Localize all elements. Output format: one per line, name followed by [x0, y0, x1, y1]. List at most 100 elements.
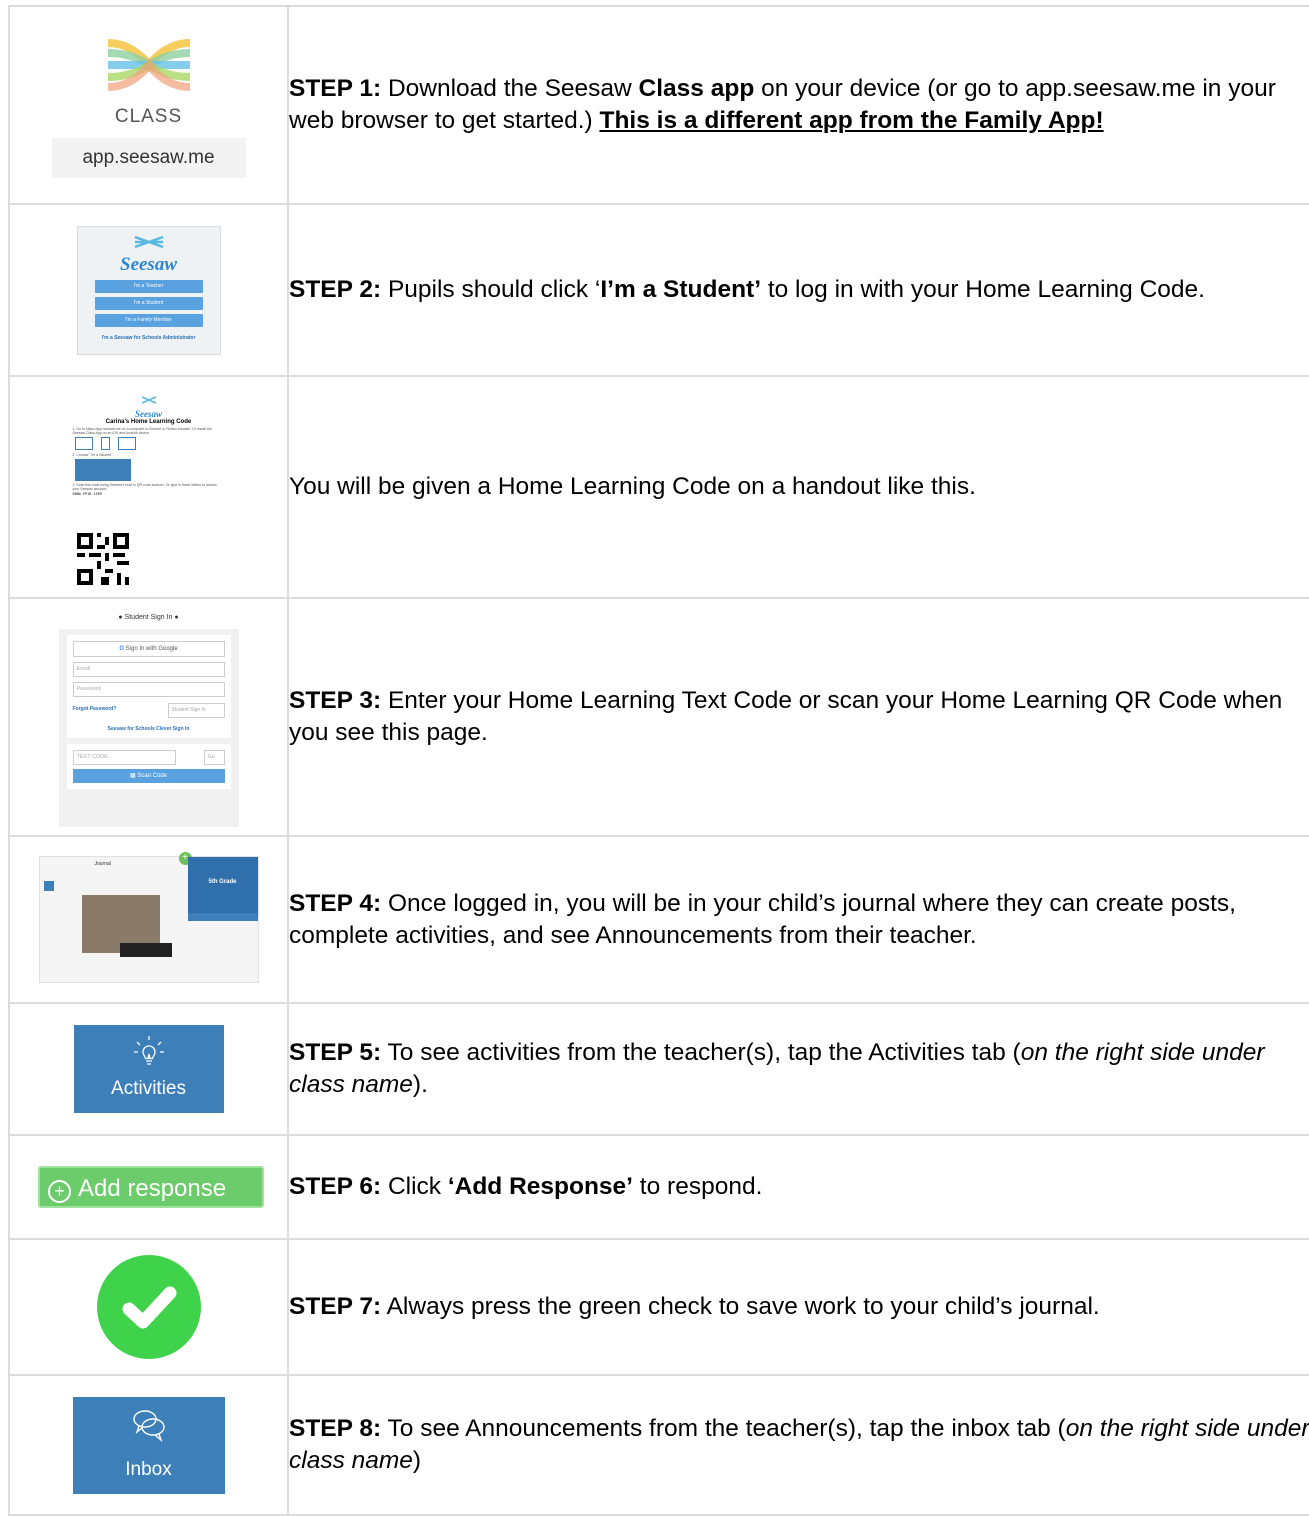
step2-image-cell: Seesaw I'm a Teacher I'm a Student I'm a… — [8, 203, 289, 377]
steps-table: CLASS app.seesaw.me STEP 1: Download the… — [8, 5, 1309, 1516]
mini-family-button: I'm a Family Member — [94, 313, 203, 327]
step2-text-a: Pupils should click ‘ — [381, 276, 601, 303]
signin-header-text: Student Sign In — [124, 614, 173, 621]
password-field: Password — [72, 682, 225, 697]
avatar-icon: ● — [118, 614, 123, 621]
journal-title: Journal — [94, 861, 111, 867]
step2-text-c: to log in with your Home Learning Code. — [761, 276, 1205, 303]
step7-image-cell — [8, 1238, 289, 1376]
step4-text: STEP 4: Once logged in, you will be in y… — [287, 835, 1309, 1004]
step1-text: STEP 1: Download the Seesaw Class app on… — [287, 5, 1309, 205]
inbox-tab-image: Inbox — [72, 1396, 225, 1494]
handout-step3: 3. Scan this code using Seesaw's built-i… — [72, 483, 217, 491]
email-field: Email — [72, 662, 225, 677]
clever-signin-link: Seesaw for Schools Clever Sign In — [107, 726, 190, 732]
step8-text-a: To see Announcements from the teacher(s)… — [381, 1415, 1066, 1442]
step3-label: STEP 3: — [289, 687, 382, 714]
seesaw-url-box: app.seesaw.me — [51, 137, 246, 178]
lightbulb-icon — [133, 1036, 164, 1065]
mini-teacher-button: I'm a Teacher — [94, 279, 203, 293]
step5-image-cell: Activities — [8, 1002, 289, 1136]
step8-image-cell: Inbox — [8, 1374, 289, 1516]
handout-code: OBNA FP1R 15P0 — [72, 493, 102, 497]
mini-seesaw-logo: Seesaw — [120, 253, 177, 275]
mini-student-button: I'm a Student — [94, 296, 203, 310]
scan-code-label: Scan Code — [137, 773, 168, 779]
step-row-7: + Add response STEP 6: Click ‘Add Respons… — [8, 1134, 1309, 1240]
chat-bubbles-icon — [132, 1409, 165, 1442]
seesaw-bowtie-icon — [141, 396, 156, 404]
step2-label: STEP 2: — [289, 276, 382, 303]
journal-post-caption — [119, 943, 172, 957]
qr-code-icon — [76, 533, 129, 585]
avatar-icon: ● — [174, 614, 179, 621]
activities-tab-image: Activities — [73, 1025, 224, 1113]
step8-text: STEP 8: To see Announcements from the te… — [287, 1374, 1309, 1516]
activities-tab-label: Activities — [111, 1078, 186, 1099]
step6-text: STEP 6: Click ‘Add Response’ to respond. — [287, 1134, 1309, 1240]
step5-text-c: ). — [412, 1071, 428, 1098]
step1-text-b: Class app — [638, 75, 755, 102]
step8-label: STEP 8: — [289, 1415, 382, 1442]
step-row-9: Inbox STEP 8: To see Announcements from … — [8, 1374, 1309, 1516]
step6-label: STEP 6: — [289, 1173, 382, 1200]
forgot-password-link: Forgot Password? — [72, 706, 117, 712]
step-row-5: Journal + 5th Grade STEP 4: Once logged … — [8, 835, 1309, 1004]
qr-scan-icon: ▦ — [129, 773, 136, 779]
step5-text: STEP 5: To see activities from the teach… — [287, 1002, 1309, 1136]
seesaw-bowtie-icon — [134, 235, 163, 248]
step5-label: STEP 5: — [289, 1039, 382, 1066]
step7-text: STEP 7: Always press the green check to … — [287, 1238, 1309, 1376]
handout-devices-image — [74, 437, 229, 451]
step6-text-b: ‘Add Response’ — [447, 1173, 633, 1200]
step1-text-a: Download the Seesaw — [381, 75, 639, 102]
seesaw-class-logo: CLASS — [10, 33, 287, 128]
class-name: 5th Grade — [208, 879, 237, 885]
add-response-button-image: + Add response — [38, 1166, 264, 1208]
step2-text: STEP 2: Pupils should click ‘I’m a Stude… — [287, 203, 1309, 377]
signin-panel: G Sign In with Google Email Password For… — [66, 635, 231, 738]
google-signin-label: Sign In with Google — [125, 646, 178, 652]
step4-image-cell: Journal + 5th Grade — [8, 835, 289, 1004]
step5-text-a: To see activities from the teacher(s), t… — [381, 1039, 1021, 1066]
step7-text-body: Always press the green check to save wor… — [381, 1293, 1100, 1320]
handout-screenshot: Seesaw Carina's Home Learning Code 1. Go… — [68, 387, 229, 587]
student-avatar — [43, 881, 54, 891]
step7-label: STEP 7: — [289, 1293, 382, 1320]
handout-image-cell: Seesaw Carina's Home Learning Code 1. Go… — [8, 375, 289, 599]
step-row-3: Seesaw Carina's Home Learning Code 1. Go… — [8, 375, 1309, 599]
google-g-icon: G — [119, 646, 124, 652]
step4-text-body: Once logged in, you will be in your chil… — [289, 889, 1236, 949]
seesaw-login-screenshot: Seesaw I'm a Teacher I'm a Student I'm a… — [76, 225, 221, 355]
handout-step1: 1. Go to https://app.seesaw.me on a comp… — [72, 427, 212, 435]
step-row-4: ● Student Sign In ● G Sign In with Googl… — [8, 597, 1309, 837]
step6-text-a: Click — [381, 1173, 448, 1200]
text-code-field: TEXT CODE — [72, 750, 176, 765]
step1-text-d: This is a different app from the Family … — [599, 107, 1104, 134]
step1-image-cell: CLASS app.seesaw.me — [8, 5, 289, 205]
step-row-6: Activities STEP 5: To see activities fro… — [8, 1002, 1309, 1136]
step6-text-c: to respond. — [632, 1173, 763, 1200]
inbox-tab-label: Inbox — [125, 1458, 172, 1480]
student-signin-screenshot: ● Student Sign In ● G Sign In with Googl… — [58, 607, 239, 827]
signin-header: ● Student Sign In ● — [58, 607, 239, 629]
class-logo-word: CLASS — [114, 105, 183, 127]
step3-text: STEP 3: Enter your Home Learning Text Co… — [287, 597, 1309, 837]
scan-code-button: ▦ Scan Code — [72, 769, 225, 783]
google-signin-button: G Sign In with Google — [72, 641, 225, 657]
step3-image-cell: ● Student Sign In ● G Sign In with Googl… — [8, 597, 289, 837]
seesaw-bowtie-icon — [107, 38, 190, 91]
class-tabs — [187, 913, 258, 921]
step8-text-c: ) — [412, 1447, 422, 1474]
journal-screenshot: Journal + 5th Grade — [38, 852, 259, 983]
green-check-icon — [96, 1255, 201, 1359]
student-signin-button: Student Sign In — [167, 703, 225, 718]
step4-label: STEP 4: — [289, 889, 382, 917]
handout-student-screen — [74, 459, 131, 481]
handout-logo: Seesaw — [135, 409, 162, 419]
step2-text-b: I’m a Student’ — [600, 276, 762, 303]
step3-text-body: Enter your Home Learning Text Code or sc… — [289, 687, 1283, 746]
mini-admin-link: I'm a Seesaw for Schools Administrator — [101, 334, 196, 341]
step6-image-cell: + Add response — [8, 1134, 289, 1240]
plus-circle-icon: + — [48, 1180, 71, 1203]
